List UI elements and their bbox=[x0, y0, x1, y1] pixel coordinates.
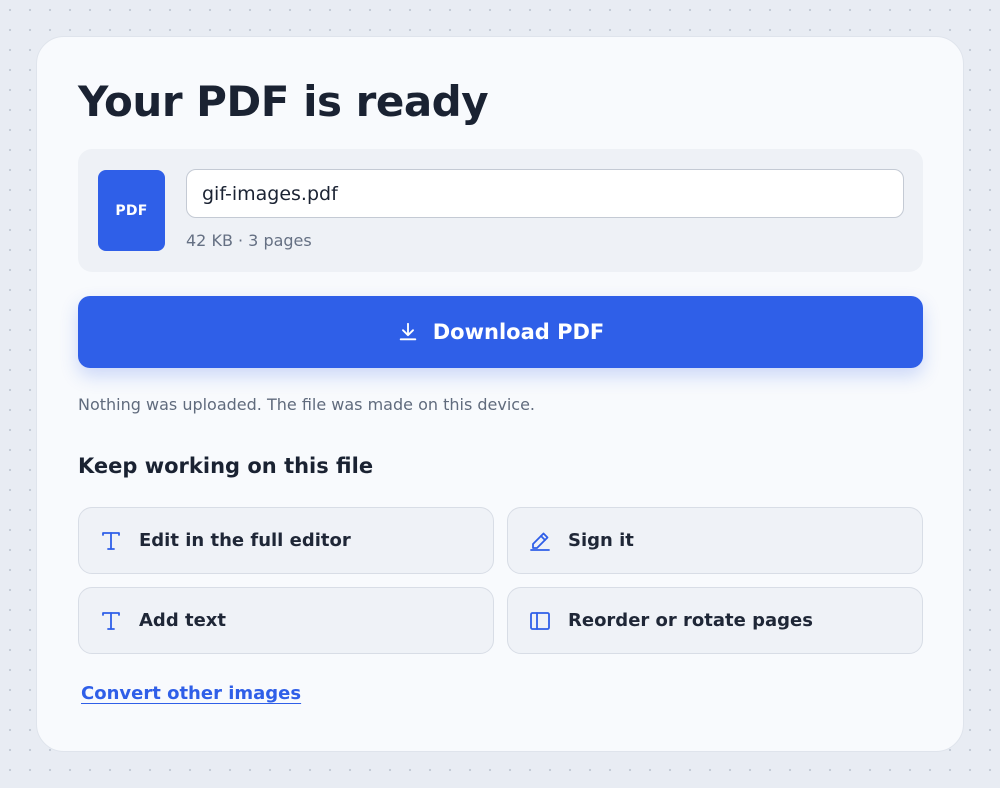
result-card: Your PDF is ready PDF 42 KB · 3 pages Do… bbox=[36, 36, 964, 752]
text-icon bbox=[99, 609, 123, 633]
file-name-input[interactable] bbox=[186, 169, 904, 218]
download-pdf-button[interactable]: Download PDF bbox=[78, 296, 923, 368]
pen-icon bbox=[528, 529, 552, 553]
file-summary: PDF 42 KB · 3 pages bbox=[78, 149, 923, 272]
action-label: Edit in the full editor bbox=[139, 530, 351, 551]
page-title: Your PDF is ready bbox=[78, 77, 489, 126]
edit-in-editor-button[interactable]: Edit in the full editor bbox=[78, 507, 494, 574]
text-icon bbox=[99, 529, 123, 553]
action-label: Reorder or rotate pages bbox=[568, 610, 813, 631]
section-title: Keep working on this file bbox=[78, 454, 374, 478]
pdf-thumbnail: PDF bbox=[98, 170, 165, 251]
action-grid: Edit in the full editor Sign it Add text… bbox=[78, 507, 923, 654]
download-pdf-label: Download PDF bbox=[432, 320, 605, 344]
sign-it-button[interactable]: Sign it bbox=[507, 507, 923, 574]
pages-panel-icon bbox=[528, 609, 552, 633]
download-icon bbox=[397, 321, 419, 343]
add-text-button[interactable]: Add text bbox=[78, 587, 494, 654]
file-meta: 42 KB · 3 pages bbox=[186, 231, 312, 250]
privacy-note: Nothing was uploaded. The file was made … bbox=[78, 395, 535, 414]
action-label: Add text bbox=[139, 610, 226, 631]
reorder-rotate-pages-button[interactable]: Reorder or rotate pages bbox=[507, 587, 923, 654]
convert-other-images-link[interactable]: Convert other images bbox=[81, 683, 301, 704]
action-label: Sign it bbox=[568, 530, 634, 551]
